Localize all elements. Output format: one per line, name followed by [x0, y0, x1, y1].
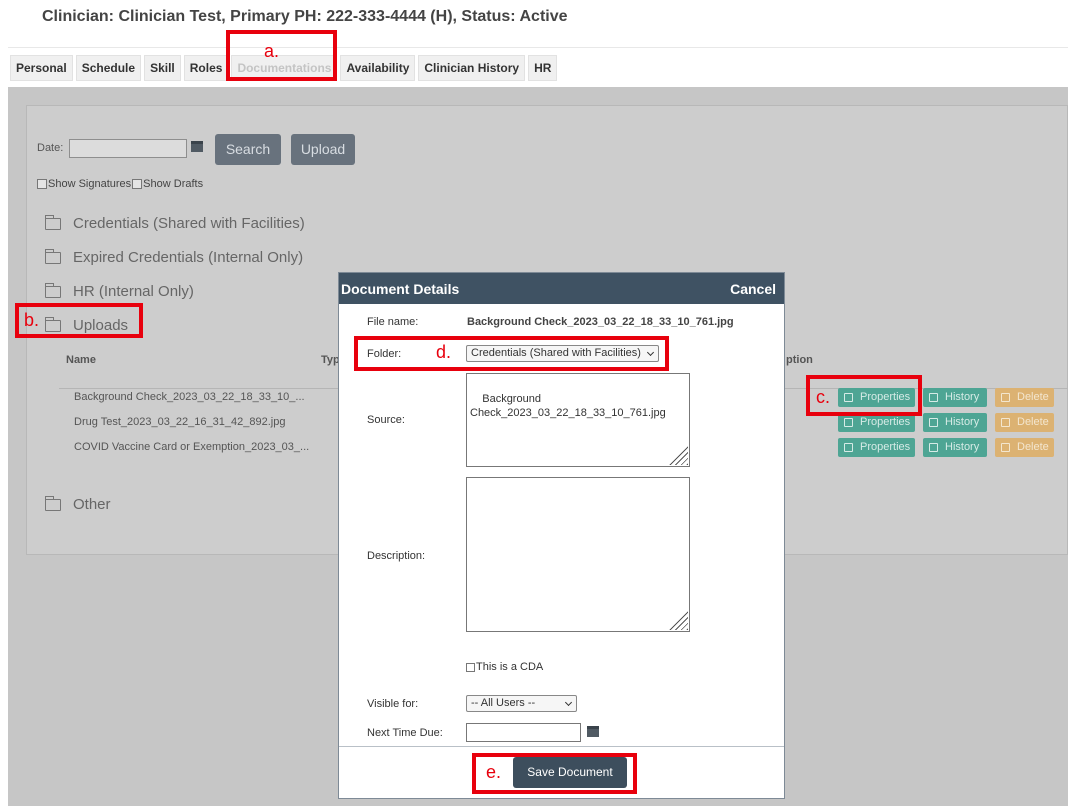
date-input[interactable] — [69, 139, 187, 158]
column-header-type: Typ — [321, 354, 340, 366]
delete-button[interactable]: Delete — [995, 438, 1054, 457]
trash-icon — [1001, 393, 1010, 402]
upload-button[interactable]: Upload — [291, 134, 355, 165]
show-signatures-checkbox[interactable] — [37, 179, 47, 189]
folder-label: Other — [73, 496, 111, 513]
delete-label: Delete — [1017, 441, 1049, 453]
visible-for-label: Visible for: — [367, 698, 419, 710]
file-name-label: File name: — [367, 316, 419, 328]
show-drafts-checkbox[interactable] — [132, 179, 143, 189]
next-time-due-input[interactable] — [466, 723, 581, 742]
folder-icon — [45, 282, 61, 298]
filter-checkboxes: Show Signatures Show Drafts — [37, 178, 203, 190]
calendar-icon[interactable] — [587, 726, 599, 737]
folder-hr[interactable]: HR (Internal Only) — [45, 282, 194, 300]
delete-label: Delete — [1017, 391, 1049, 403]
folder-icon — [45, 495, 61, 511]
date-label: Date: — [37, 142, 64, 154]
trash-icon — [1001, 418, 1010, 427]
file-name-value: Background Check_2023_03_22_18_33_10_761… — [467, 316, 734, 328]
folder-expired-credentials[interactable]: Expired Credentials (Internal Only) — [45, 248, 304, 266]
description-label: Description: — [367, 550, 426, 562]
history-button[interactable]: History — [923, 388, 987, 407]
tab-schedule[interactable]: Schedule — [75, 55, 142, 81]
folder-credentials[interactable]: Credentials (Shared with Facilities) — [45, 214, 305, 232]
cda-checkbox-row: This is a CDA — [466, 661, 543, 673]
source-value: Background Check_2023_03_22_18_33_10_761… — [470, 393, 666, 419]
cda-checkbox[interactable] — [466, 662, 475, 672]
search-button[interactable]: Search — [215, 134, 281, 165]
history-label: History — [945, 391, 980, 403]
tab-roles[interactable]: Roles — [183, 55, 229, 81]
source-textarea[interactable]: Background Check_2023_03_22_18_33_10_761… — [466, 373, 690, 467]
table-row: Background Check_2023_03_22_18_33_10_... — [74, 391, 305, 403]
annotation-label-d: d. — [436, 342, 452, 362]
show-signatures-label: Show Signatures — [48, 178, 132, 190]
delete-label: Delete — [1017, 416, 1049, 428]
column-header-name: Name — [66, 354, 96, 366]
properties-button[interactable]: Properties — [838, 438, 915, 457]
history-label: History — [945, 441, 980, 453]
folder-other[interactable]: Other — [45, 495, 111, 513]
table-row: Drug Test_2023_03_22_16_31_42_892.jpg — [74, 416, 286, 428]
annotation-box-d — [354, 336, 669, 371]
properties-label: Properties — [860, 441, 911, 453]
list-icon — [929, 393, 938, 402]
properties-label: Properties — [860, 416, 911, 428]
show-drafts-label: Show Drafts — [143, 178, 204, 190]
source-label: Source: — [367, 414, 405, 426]
list-icon — [929, 418, 938, 427]
edit-icon — [844, 443, 853, 452]
dialog-title: Document Details — [341, 281, 460, 297]
tab-personal[interactable]: Personal — [10, 55, 73, 81]
folder-label: Credentials (Shared with Facilities) — [73, 215, 305, 232]
dialog-footer-divider — [339, 746, 784, 747]
history-button[interactable]: History — [923, 413, 987, 432]
cda-label: This is a CDA — [476, 661, 544, 673]
list-icon — [929, 443, 938, 452]
folder-icon — [45, 214, 61, 230]
annotation-label-e: e. — [486, 762, 502, 782]
edit-icon — [844, 418, 853, 427]
table-row: COVID Vaccine Card or Exemption_2023_03_… — [74, 441, 310, 453]
resize-grip-icon[interactable] — [668, 445, 688, 465]
delete-button[interactable]: Delete — [995, 388, 1054, 407]
folder-icon — [45, 248, 61, 264]
folder-label: Expired Credentials (Internal Only) — [73, 249, 304, 266]
resize-grip-icon[interactable] — [668, 610, 688, 630]
history-label: History — [945, 416, 980, 428]
tab-availability[interactable]: Availability — [340, 55, 416, 81]
annotation-label-b: b. — [24, 310, 40, 330]
page-title: Clinician: Clinician Test, Primary PH: 2… — [42, 8, 568, 25]
chevron-down-icon — [564, 698, 573, 707]
description-textarea[interactable] — [466, 477, 690, 632]
folder-label: HR (Internal Only) — [73, 283, 194, 300]
cancel-button[interactable]: Cancel — [730, 281, 776, 297]
clinician-header: Clinician: Clinician Test, Primary PH: 2… — [8, 0, 1068, 48]
tab-skill[interactable]: Skill — [144, 55, 181, 81]
visible-for-value: -- All Users -- — [471, 697, 536, 709]
next-time-due-label: Next Time Due: — [367, 727, 443, 739]
history-button[interactable]: History — [923, 438, 987, 457]
tab-hr[interactable]: HR — [528, 55, 558, 81]
tab-clinician-history[interactable]: Clinician History — [418, 55, 526, 81]
annotation-label-a: a. — [264, 41, 280, 61]
annotation-label-c: c. — [816, 387, 831, 407]
visible-for-select[interactable]: -- All Users -- — [466, 695, 577, 712]
annotation-box-a — [226, 30, 337, 81]
column-header-description: ption — [786, 354, 813, 366]
delete-button[interactable]: Delete — [995, 413, 1054, 432]
dialog-header: Document Details Cancel — [339, 273, 784, 304]
calendar-icon[interactable] — [191, 141, 203, 152]
trash-icon — [1001, 443, 1010, 452]
